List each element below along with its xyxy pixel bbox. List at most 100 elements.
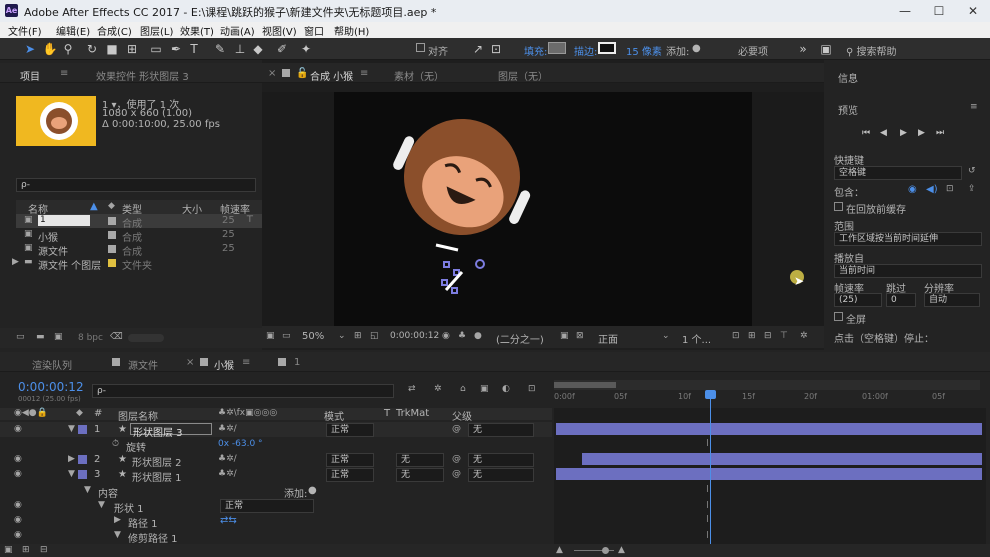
pan-behind-tool-icon[interactable]: ⊞ [124,41,140,57]
playhead-icon[interactable] [705,390,716,399]
layer-mode-dropdown[interactable]: 正常 [326,423,374,437]
menu-view[interactable]: 视图(V) [262,23,297,38]
layer-row-1[interactable]: ◉ ▼ 1 ★ 形状图层 3 ♣✲/ 正常 @ 无 [0,422,552,439]
timeline-zoom-handle[interactable] [602,547,609,554]
col-layer-name[interactable]: 图层名称 [118,408,158,423]
sync-icon[interactable]: ▣ [818,41,834,57]
keyframe-marker[interactable]: I [706,484,709,495]
layer-parent-dropdown[interactable]: 无 [468,423,534,437]
color-channel-icon[interactable]: ● [474,331,482,341]
workspace-essentials[interactable]: 必要项 [738,43,768,58]
reset-icon[interactable]: ↺ [968,166,976,176]
snapshot-icon[interactable]: ◉ [442,331,450,341]
visibility-eye-icon[interactable]: ◉ [14,515,22,525]
work-area-range[interactable] [554,382,616,388]
current-time-indicator[interactable] [710,394,711,544]
layer-parent-dropdown[interactable]: 无 [468,453,534,467]
interpret-footage-icon[interactable]: ▭ [16,332,25,342]
toggle-inout-icon[interactable]: ⊟ [40,545,48,555]
layer-2-duration-bar[interactable] [582,453,982,465]
draft-3d-icon[interactable]: ✲ [434,384,442,394]
current-time[interactable]: 0:00:00:12 [18,380,84,394]
toggle-modes-icon[interactable]: ⊞ [22,545,30,555]
keyframe-marker[interactable]: I [706,530,709,541]
comp-viewer[interactable]: ➤ [262,92,824,326]
stroke-swatch[interactable] [598,42,616,54]
comp-canvas[interactable] [334,92,752,326]
play-icon[interactable]: ▶ [900,128,907,138]
layer-mode-dropdown[interactable]: 正常 [326,453,374,467]
zoom-tool-icon[interactable]: ⚲ [60,41,76,57]
zoom-dropdown-icon[interactable]: ⌄ [338,331,346,341]
view-dropdown-arrow-icon[interactable]: ⌄ [662,331,670,341]
shape-blend-mode-dropdown[interactable]: 正常 [220,499,314,513]
menu-help[interactable]: 帮助(H) [334,23,369,38]
fill-swatch[interactable] [548,42,566,54]
transparency-grid-icon[interactable]: ⊠ [576,331,584,341]
layer-trkmat-dropdown[interactable]: 无 [396,453,444,467]
new-comp-icon[interactable]: ▣ [54,332,63,342]
tab-composition[interactable]: 合成 小猴 [310,68,353,83]
layer-row-3[interactable]: ◉ ▼ 3 ★ 形状图层 1 ♣✲/ 正常 无 @ 无 [0,467,552,484]
mask-icon[interactable]: ◱ [370,331,379,341]
timeline-icon[interactable]: ⊞ [748,331,756,341]
layer-name[interactable]: 形状图层 1 [132,469,182,484]
selection-tool-icon[interactable]: ➤ [22,41,38,57]
rectangle-tool-icon[interactable]: ▭ [148,41,164,57]
keyframe-marker[interactable]: I [706,514,709,525]
monitor-icon[interactable]: ▭ [282,331,291,341]
puppet-tool-icon[interactable]: ✦ [298,41,314,57]
panel-menu-icon[interactable]: ≡ [242,357,250,368]
visibility-eye-icon[interactable]: ◉ [14,500,22,510]
bpc-label[interactable]: 8 bpc [78,333,103,343]
skip-dropdown[interactable]: 0 [886,293,916,307]
row-name[interactable]: 1 [38,215,90,226]
motion-blur-icon[interactable]: ◐ [502,384,510,394]
pen-tool-icon[interactable]: ✒ [168,41,184,57]
expand-arrow-icon[interactable]: ▶ [68,454,75,464]
audio-icon[interactable]: ◀) [926,184,938,195]
snap-icon[interactable]: ↗ [470,41,486,57]
show-snapshot-icon[interactable]: ♣ [458,331,466,341]
path-direction-icon[interactable]: ⇄⇆ [220,515,237,526]
shortcut-dropdown[interactable]: 空格键 [834,166,962,180]
rotation-value[interactable]: 0x -63.0 ° [218,439,263,449]
layer-3-duration-bar[interactable] [556,468,982,480]
cache-checkbox[interactable] [834,202,843,211]
resolution-dropdown[interactable]: 自动 [924,293,980,307]
workspace-arrow-icon[interactable]: » [795,41,811,57]
new-folder-icon[interactable]: ▬ [36,332,45,342]
collapse-arrow-icon[interactable]: ▼ [68,469,75,479]
reset-exposure-icon[interactable]: ✲ [800,331,808,341]
layer-1-duration-bar[interactable] [556,423,982,435]
graph-editor-icon[interactable]: ⊡ [528,384,536,394]
next-frame-icon[interactable]: ▶ [918,128,925,138]
layer-trkmat-dropdown[interactable]: 无 [396,468,444,482]
zoom-out-icon[interactable]: ▲ [556,545,563,555]
layer-name[interactable]: 形状图层 3 [130,423,212,439]
menu-composition[interactable]: 合成(C) [97,23,132,38]
rotation-row[interactable]: ⏱ 旋转 0x -63.0 ° [0,437,552,454]
flowchart-icon[interactable]: ⊤ [246,215,254,225]
tab-project[interactable]: 项目 [20,68,40,83]
menu-layer[interactable]: 图层(L) [140,23,173,38]
previous-frame-icon[interactable]: ◀ [880,128,887,138]
play-from-dropdown[interactable]: 当前时间 [834,264,982,278]
preview-tab[interactable]: 预览 [838,102,858,117]
toggle-switches-icon[interactable]: ▣ [4,545,13,555]
path1-row[interactable]: ◉ ▶ 路径 1 ⇄⇆ [0,513,552,530]
project-search-input[interactable]: ρ- [16,178,256,192]
visibility-eye-icon[interactable]: ◉ [14,424,22,434]
fps-dropdown[interactable]: (25) [834,293,882,307]
roto-brush-tool-icon[interactable]: ✐ [274,41,290,57]
menu-effect[interactable]: 效果(T) [180,23,214,38]
fullscreen-checkbox[interactable] [834,312,843,321]
layer-row-2[interactable]: ◉ ▶ 2 ★ 形状图层 2 ♣✲/ 正常 无 @ 无 [0,452,552,469]
tab-footage[interactable]: 素材（无） [394,68,444,83]
zoom-level[interactable]: 50% [302,331,324,342]
panel-menu-icon[interactable]: ≡ [970,102,978,112]
stroke-width[interactable]: 15 像素 [626,43,662,58]
comp-flowchart-icon[interactable]: ⊟ [764,331,772,341]
menu-window[interactable]: 窗口 [304,23,324,38]
panel-menu-icon[interactable]: ≡ [360,68,368,79]
